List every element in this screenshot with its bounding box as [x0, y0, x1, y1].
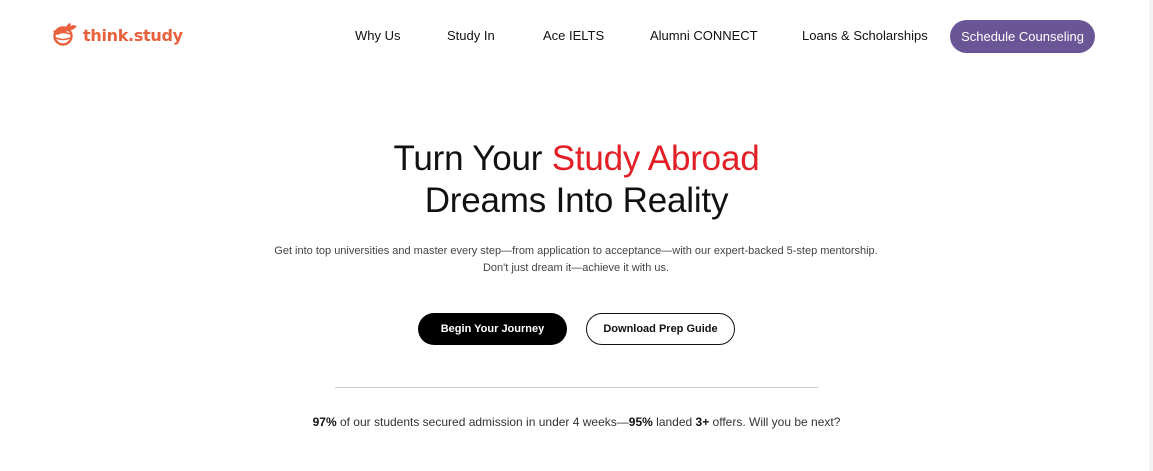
stat-admission-percent: 97%	[312, 415, 337, 429]
hero-title-part1: Turn Your	[393, 139, 552, 178]
hero-subtitle-line1: Get into top universities and master eve…	[274, 245, 878, 257]
nav-item-study-in[interactable]: Study In	[447, 28, 495, 43]
section-divider	[335, 387, 818, 388]
hero-title-line2: Dreams Into Reality	[424, 181, 729, 220]
hero-title: Turn Your Study Abroad Dreams Into Reali…	[0, 138, 1153, 222]
stat-text-2: landed	[652, 415, 696, 429]
stats-statement: 97% of our students secured admission in…	[0, 415, 1153, 429]
nav-item-ace-ielts[interactable]: Ace IELTS	[543, 28, 604, 43]
stat-text-3: offers. Will you be next?	[709, 415, 841, 429]
stat-offers-percent: 95%	[628, 415, 653, 429]
site-header: think.study Why Us Study In Ace IELTS Al…	[0, 0, 1153, 72]
hero-subtitle-line2: Don't just dream it—achieve it with us.	[482, 262, 670, 274]
nav-item-why-us[interactable]: Why Us	[355, 28, 401, 43]
hero-title-accent: Study Abroad	[551, 139, 760, 178]
begin-journey-button[interactable]: Begin Your Journey	[418, 313, 567, 345]
nav-item-loans-scholarships[interactable]: Loans & Scholarships	[802, 28, 928, 43]
main-nav: Why Us Study In Ace IELTS Alumni CONNECT…	[0, 20, 1153, 53]
hero-subtitle: Get into top universities and master eve…	[226, 243, 926, 277]
stat-text-1: of our students secured admission in und…	[336, 415, 629, 429]
schedule-counseling-button[interactable]: Schedule Counseling	[950, 20, 1095, 53]
nav-item-alumni-connect[interactable]: Alumni CONNECT	[650, 28, 758, 43]
download-prep-guide-button[interactable]: Download Prep Guide	[586, 313, 735, 345]
stat-offers-count: 3+	[695, 415, 710, 429]
